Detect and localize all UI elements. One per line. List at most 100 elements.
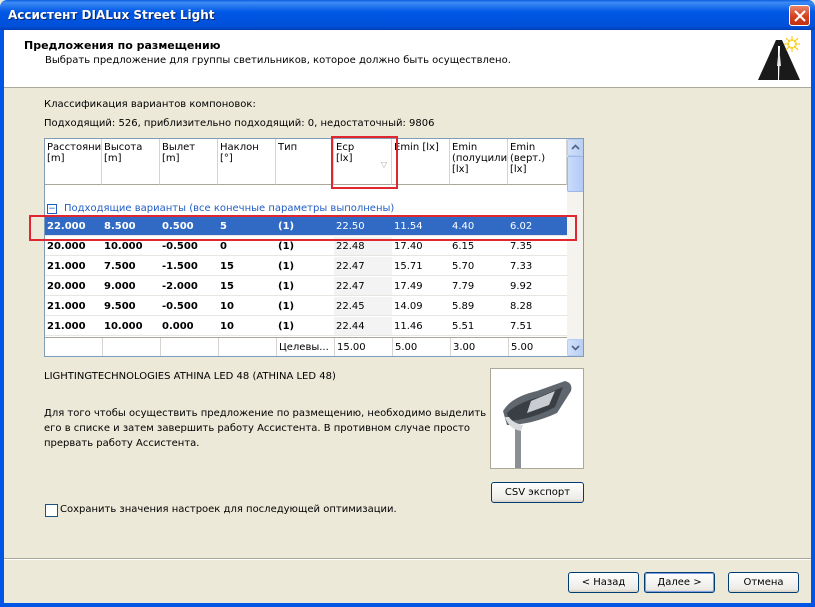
cell-emin: 14.09 xyxy=(394,301,423,312)
page-subtitle: Выбрать предложение для группы светильни… xyxy=(45,55,511,66)
column-header-tilt[interactable]: Наклон [°] xyxy=(218,139,276,185)
instruction-text-line-3: прервать работу Ассистента. xyxy=(44,438,200,449)
table-row[interactable]: 20.000 9.000 -2.000 15 (1) 22.47 17.49 7.79 9.92 xyxy=(45,277,567,296)
window-title: Ассистент DIALux Street Light xyxy=(8,8,215,22)
summary-divider xyxy=(102,338,103,356)
summary-label: Целевы... xyxy=(279,342,329,353)
scroll-down-button[interactable] xyxy=(567,339,583,356)
cell-overhang: -1.500 xyxy=(162,261,198,272)
street-light-icon xyxy=(758,36,800,80)
vertical-scrollbar[interactable] xyxy=(567,139,583,356)
cell-tilt: 15 xyxy=(220,281,234,292)
cell-tilt: 0 xyxy=(220,241,227,252)
column-header-distance[interactable]: Расстояни [m] xyxy=(45,139,102,185)
arrow-down-icon xyxy=(571,345,580,351)
proposals-table[interactable]: Расстояни [m] Высота [m] Вылет [m] Накло… xyxy=(44,138,584,357)
column-header-emin-hemicyl[interactable]: Emin (полуцили [lx] xyxy=(450,139,508,185)
cell-dist: 21.000 xyxy=(47,261,86,272)
cell-emin_v: 9.92 xyxy=(510,281,533,292)
back-button[interactable]: < Назад xyxy=(568,572,639,593)
cell-emin: 17.40 xyxy=(394,241,423,252)
cell-overhang: -0.500 xyxy=(162,301,198,312)
cell-emin: 11.46 xyxy=(394,321,423,332)
summary-divider xyxy=(508,338,509,356)
column-header-emin[interactable]: Emin [lx] xyxy=(392,139,450,185)
footer-separator xyxy=(4,558,811,560)
cell-emin_v: 8.28 xyxy=(510,301,533,312)
cell-emin_hs: 6.15 xyxy=(452,241,475,252)
cell-emin_v: 7.35 xyxy=(510,241,533,252)
wizard-header: Предложения по размещению Выбрать предло… xyxy=(4,30,811,88)
cell-tilt: 10 xyxy=(220,301,234,312)
scroll-thumb[interactable] xyxy=(567,156,583,192)
cell-tilt: 15 xyxy=(220,261,234,272)
column-header-type[interactable]: Тип xyxy=(276,139,334,185)
cell-height: 9.500 xyxy=(104,301,136,312)
close-button[interactable] xyxy=(789,5,810,26)
summary-divider xyxy=(450,338,451,356)
cell-ecp: 22.48 xyxy=(336,241,365,252)
highlight-box-ecp-column xyxy=(331,136,398,189)
cell-emin_v: 7.33 xyxy=(510,261,533,272)
luminaire-name: LIGHTINGTECHNOLOGIES ATHINA LED 48 (ATHI… xyxy=(44,371,336,382)
csv-export-button[interactable]: CSV экспорт xyxy=(491,482,584,503)
window-frame-right xyxy=(811,30,815,607)
title-bar: Ассистент DIALux Street Light xyxy=(0,0,815,30)
summary-divider xyxy=(160,338,161,356)
save-settings-label[interactable]: Сохранить значения настроек для последую… xyxy=(60,504,397,515)
summary-emin-hemicyl: 3.00 xyxy=(453,342,476,353)
cell-emin_v: 7.51 xyxy=(510,321,533,332)
window-frame-bottom xyxy=(0,603,815,607)
cell-height: 9.000 xyxy=(104,281,136,292)
group-label: Подходящие варианты (все конечные параме… xyxy=(64,203,395,214)
cell-emin_hs: 5.51 xyxy=(452,321,475,332)
cell-type: (1) xyxy=(278,261,295,272)
cell-type: (1) xyxy=(278,301,295,312)
cell-overhang: -2.000 xyxy=(162,281,198,292)
summary-divider xyxy=(218,338,219,356)
cell-type: (1) xyxy=(278,321,295,332)
summary-ecp: 15.00 xyxy=(337,342,366,353)
save-settings-checkbox[interactable] xyxy=(45,504,58,517)
target-values-row: Целевы... 15.00 5.00 3.00 5.00 xyxy=(45,337,567,356)
summary-divider xyxy=(334,338,335,356)
arrow-up-icon xyxy=(571,144,580,150)
instruction-text-line-2: его в списке и затем завершить работу Ас… xyxy=(44,423,470,434)
cell-dist: 20.000 xyxy=(47,241,86,252)
cell-dist: 21.000 xyxy=(47,301,86,312)
cell-overhang: -0.500 xyxy=(162,241,198,252)
cell-ecp: 22.47 xyxy=(336,261,365,272)
cell-ecp: 22.47 xyxy=(336,281,365,292)
table-row[interactable]: 21.000 10.000 0.000 10 (1) 22.44 11.46 5.51 7.51 xyxy=(45,317,567,336)
table-row[interactable]: 21.000 9.500 -0.500 10 (1) 22.45 14.09 5.89 8.28 xyxy=(45,297,567,316)
summary-emin: 5.00 xyxy=(395,342,418,353)
next-button[interactable]: Далее > xyxy=(644,572,715,593)
column-header-overhang[interactable]: Вылет [m] xyxy=(160,139,218,185)
luminaire-picture-icon xyxy=(503,381,572,469)
cell-dist: 21.000 xyxy=(47,321,86,332)
cancel-button[interactable]: Отмена xyxy=(728,572,799,593)
classification-counts: Подходящий: 526, приблизительно подходящ… xyxy=(44,118,435,129)
cell-emin_hs: 5.70 xyxy=(452,261,475,272)
column-header-emin-vert[interactable]: Emin (верт.) [lx] xyxy=(508,139,567,185)
collapse-icon[interactable]: − xyxy=(47,204,57,214)
table-row[interactable]: 21.000 7.500 -1.500 15 (1) 22.47 15.71 5.70 7.33 xyxy=(45,257,567,276)
cell-emin: 15.71 xyxy=(394,261,423,272)
cell-emin_hs: 5.89 xyxy=(452,301,475,312)
page-title: Предложения по размещению xyxy=(24,39,221,52)
group-row-suitable[interactable]: − Подходящие варианты (все конечные пара… xyxy=(45,201,567,215)
cell-height: 10.000 xyxy=(104,241,143,252)
column-header-height[interactable]: Высота [m] xyxy=(102,139,160,185)
cell-ecp: 22.44 xyxy=(336,321,365,332)
classification-title: Классификация вариантов компоновок: xyxy=(44,99,256,110)
highlight-box-selected-row xyxy=(29,215,577,241)
cell-dist: 20.000 xyxy=(47,281,86,292)
cell-height: 7.500 xyxy=(104,261,136,272)
scroll-up-button[interactable] xyxy=(567,139,583,156)
cell-height: 10.000 xyxy=(104,321,143,332)
luminaire-image xyxy=(490,368,584,469)
window-frame-left xyxy=(0,30,4,607)
close-icon xyxy=(794,10,806,22)
cell-emin: 17.49 xyxy=(394,281,423,292)
cell-ecp: 22.45 xyxy=(336,301,365,312)
